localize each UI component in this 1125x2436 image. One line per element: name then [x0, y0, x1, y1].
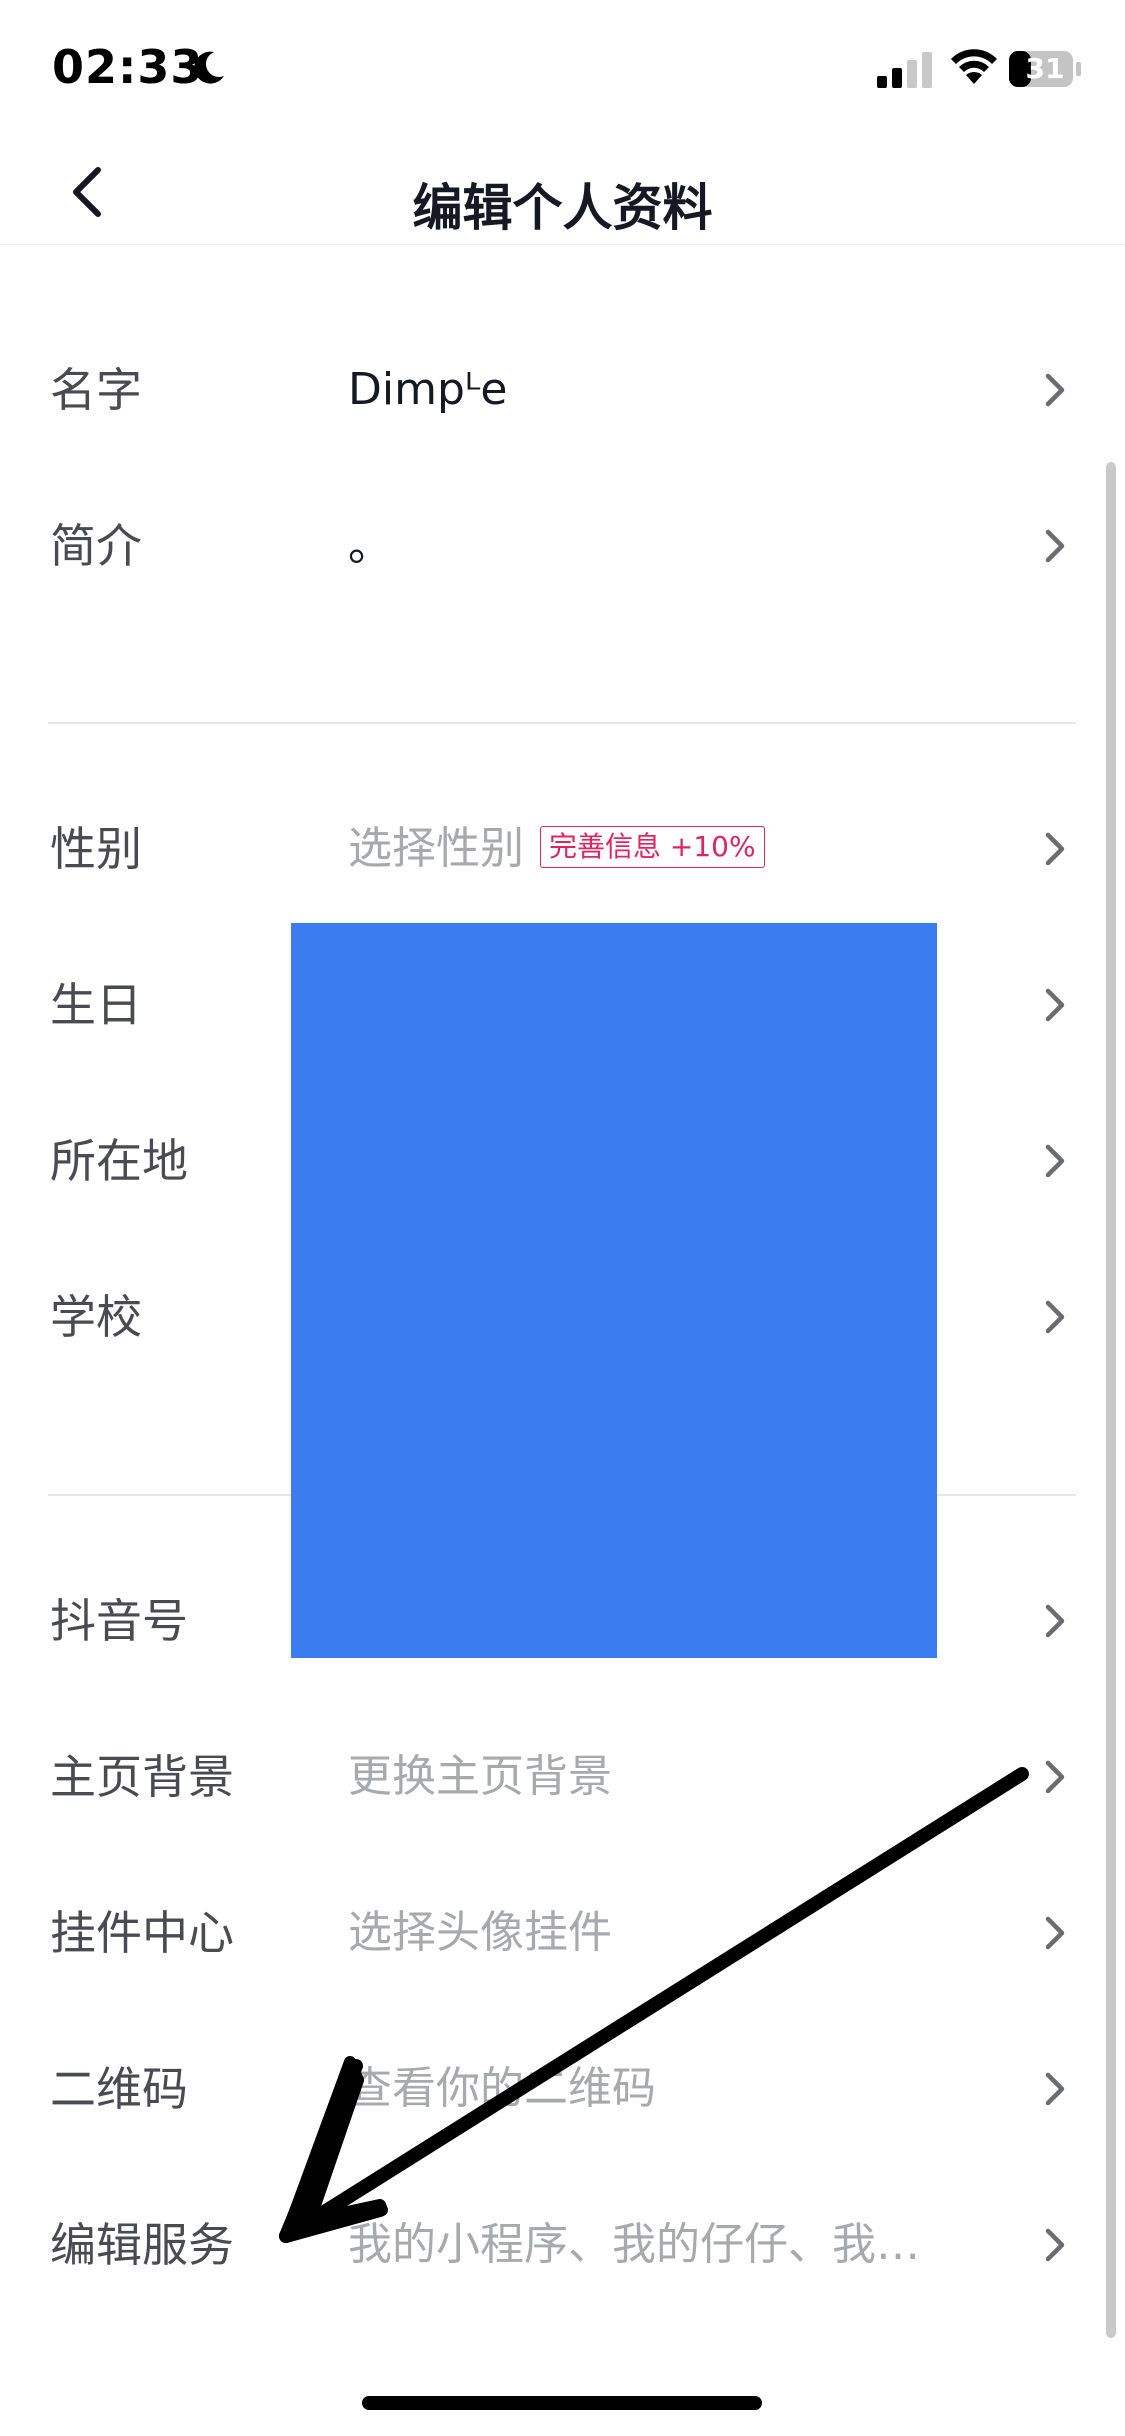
cellular-signal-icon	[877, 52, 932, 88]
home-indicator	[362, 2396, 762, 2410]
nav-bar: 编辑个人资料	[0, 140, 1125, 245]
battery-level: 31	[1025, 52, 1065, 85]
chevron-right-icon	[1045, 832, 1065, 866]
gender-value: 选择性别 完善信息 +10%	[348, 789, 765, 909]
bio-row[interactable]: 简介 。	[0, 486, 1125, 606]
name-value: Dimpᴸe	[348, 364, 508, 415]
status-time: 02:33	[52, 40, 204, 94]
bio-value: 。	[348, 520, 392, 571]
qrcode-label: 二维码	[50, 2062, 188, 2116]
services-label: 编辑服务	[50, 2218, 234, 2272]
chevron-right-icon	[1045, 1604, 1065, 1638]
redaction-overlay	[291, 923, 937, 1658]
gender-row[interactable]: 性别 选择性别 完善信息 +10%	[0, 789, 1125, 909]
pendant-label: 挂件中心	[50, 1906, 234, 1960]
gender-placeholder: 选择性别	[348, 823, 524, 874]
page-title: 编辑个人资料	[412, 179, 713, 237]
moon-icon	[194, 51, 224, 84]
status-bar: 02:33 31	[0, 0, 1125, 140]
location-label: 所在地	[50, 1134, 188, 1188]
school-label: 学校	[50, 1290, 142, 1344]
birthday-label: 生日	[50, 978, 142, 1032]
arrow-annotation-icon	[279, 1767, 1029, 2243]
name-label: 名字	[50, 363, 142, 417]
chevron-right-icon	[1045, 373, 1065, 407]
name-row[interactable]: 名字 Dimpᴸe	[0, 330, 1125, 450]
bio-label: 简介	[50, 519, 142, 573]
wifi-icon	[951, 49, 997, 84]
gender-label: 性别	[50, 822, 142, 876]
douyin-id-label: 抖音号	[50, 1594, 188, 1648]
chevron-right-icon	[1045, 529, 1065, 563]
chevron-right-icon	[1045, 1144, 1065, 1178]
complete-info-badge: 完善信息 +10%	[540, 826, 765, 868]
section-divider	[48, 722, 1076, 724]
background-label: 主页背景	[50, 1750, 234, 1804]
chevron-right-icon	[1045, 988, 1065, 1022]
scrollbar[interactable]	[1106, 462, 1116, 2338]
chevron-right-icon	[1045, 1300, 1065, 1334]
